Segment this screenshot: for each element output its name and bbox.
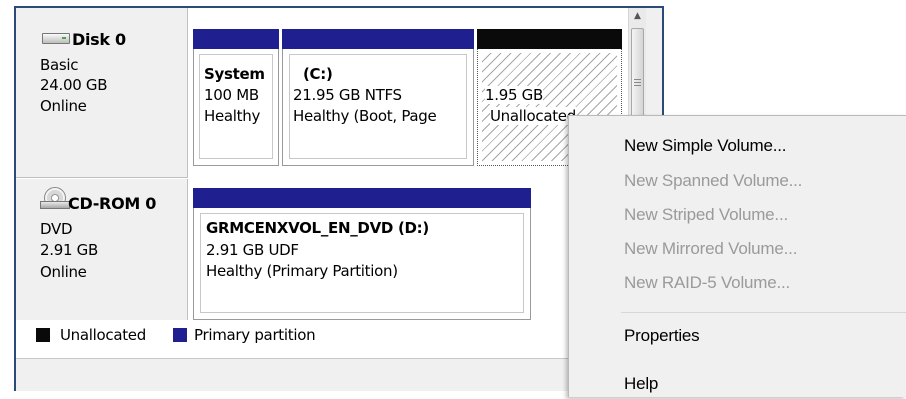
menu-item-new-simple-volume[interactable]: New Simple Volume... — [569, 131, 906, 161]
disk-name: CD-ROM 0 — [68, 194, 157, 213]
partition-status: Healthy (Boot, Page — [293, 107, 437, 125]
partition-bar — [282, 29, 474, 49]
menu-item-new-mirrored-volume[interactable]: New Mirrored Volume... — [569, 234, 906, 264]
menu-item-properties[interactable]: Properties — [569, 321, 906, 351]
disk-name: Disk 0 — [72, 30, 126, 49]
disk-size: 24.00 GB — [40, 76, 108, 94]
menu-item-new-spanned-volume[interactable]: New Spanned Volume... — [569, 166, 906, 196]
partition-system[interactable]: System 100 MB Healthy — [193, 29, 279, 166]
disk-type: DVD — [40, 220, 73, 238]
partition-bar — [477, 29, 622, 49]
menu-item-new-striped-volume[interactable]: New Striped Volume... — [569, 200, 906, 230]
context-menu: New Simple Volume... New Spanned Volume.… — [568, 115, 906, 397]
partition-dvd-d-drive[interactable]: GRMCENXVOL_EN_DVD (D:) 2.91 GB UDF Healt… — [193, 188, 531, 320]
menu-item-help[interactable]: Help — [569, 369, 906, 399]
scroll-up-arrow-icon[interactable]: ▲ — [629, 8, 646, 25]
disk-type: Basic — [40, 56, 79, 74]
disk-size: 2.91 GB — [40, 241, 98, 259]
partition-bar — [193, 188, 531, 208]
partition-name: (C:) — [303, 65, 333, 83]
disk-0-label-panel[interactable]: Disk 0 Basic 24.00 GB Online — [16, 8, 188, 178]
legend-label-unallocated: Unallocated — [60, 326, 146, 344]
partition-c-drive[interactable]: (C:) 21.95 GB NTFS Healthy (Boot, Page — [282, 29, 474, 166]
partition-size: 21.95 GB NTFS — [293, 86, 402, 104]
cdrom-tray-icon — [40, 201, 70, 209]
menu-item-new-raid5-volume[interactable]: New RAID-5 Volume... — [569, 268, 906, 298]
partition-status: Healthy — [204, 107, 261, 125]
legend-swatch-unallocated — [36, 328, 50, 342]
partition-name: System — [204, 65, 265, 83]
partition-size: 1.95 GB — [485, 86, 543, 104]
partition-status: Unallocated — [490, 107, 576, 125]
partition-status: Healthy (Primary Partition) — [206, 262, 398, 280]
disk-status: Online — [40, 97, 87, 115]
hard-disk-icon — [42, 33, 70, 44]
legend-swatch-primary — [173, 328, 187, 342]
cdrom-0-label-panel[interactable]: CD-ROM 0 DVD 2.91 GB Online — [16, 179, 188, 320]
legend-label-primary: Primary partition — [194, 326, 316, 344]
partition-size: 2.91 GB UDF — [206, 241, 299, 259]
partition-size: 100 MB — [204, 86, 259, 104]
partition-name: GRMCENXVOL_EN_DVD (D:) — [206, 219, 429, 237]
disk-status: Online — [40, 263, 87, 281]
partition-bar — [193, 29, 279, 49]
menu-separator — [621, 312, 906, 313]
